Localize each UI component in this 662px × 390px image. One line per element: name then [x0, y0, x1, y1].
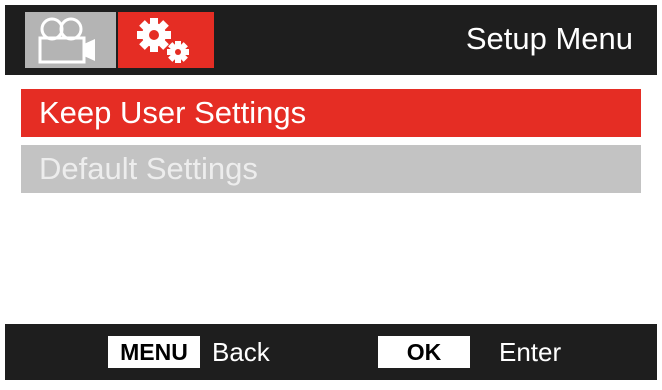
- tab-setup[interactable]: [118, 12, 214, 68]
- tab-video[interactable]: [25, 12, 116, 68]
- back-label: Back: [212, 337, 270, 367]
- header-bar: Setup Menu: [5, 5, 657, 75]
- menu-key-badge[interactable]: MENU: [108, 336, 200, 368]
- menu-item-keep-user-settings[interactable]: Keep User Settings: [21, 89, 641, 137]
- dashcam-screen: Setup Menu Keep User Settings Default Se…: [5, 5, 657, 380]
- gears-icon: [137, 18, 189, 63]
- page-title: Setup Menu: [465, 21, 633, 56]
- menu-item-default-settings[interactable]: Default Settings: [21, 145, 641, 193]
- footer-bar: MENU Back OK Enter: [5, 324, 657, 380]
- enter-label: Enter: [499, 337, 562, 367]
- ok-key-badge[interactable]: OK: [378, 336, 470, 368]
- video-camera-icon: [38, 17, 95, 64]
